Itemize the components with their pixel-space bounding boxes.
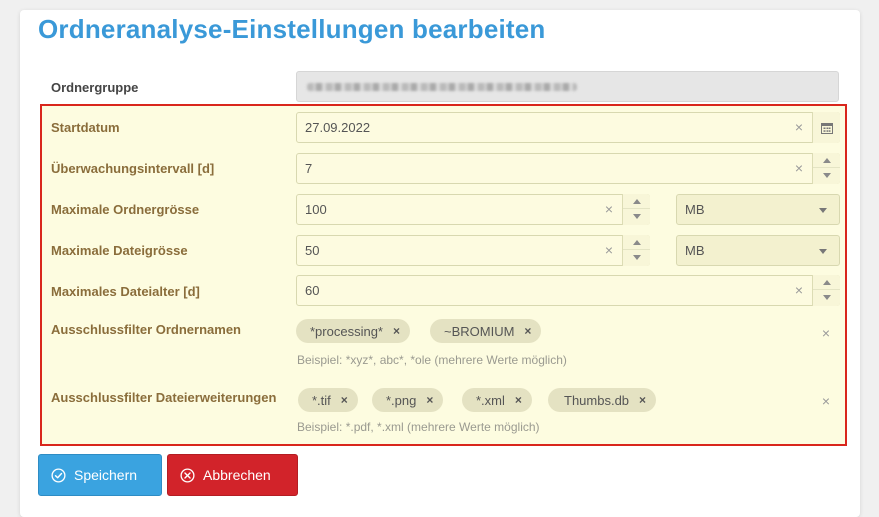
tag-remove-icon[interactable]: × xyxy=(524,324,531,338)
max-file-size-unit-select[interactable]: MB xyxy=(676,235,840,266)
extension-filter-tag-label: Thumbs.db xyxy=(564,392,630,408)
extension-filter-hint: Beispiel: *.pdf, *.xml (mehrere Werte mö… xyxy=(297,420,540,434)
max-file-size-value: 50 xyxy=(305,243,320,258)
extension-filter-tag-label: *.xml xyxy=(476,392,505,408)
max-folder-size-value: 100 xyxy=(305,202,327,217)
chevron-down-icon xyxy=(819,249,827,254)
tag-remove-icon[interactable]: × xyxy=(393,324,400,338)
max-file-age-label: Maximales Dateialter [d] xyxy=(51,284,200,299)
save-button[interactable]: Speichern xyxy=(38,454,162,496)
interval-value: 7 xyxy=(305,161,313,176)
max-folder-size-unit-select[interactable]: MB xyxy=(676,194,840,225)
interval-input[interactable]: 7 xyxy=(296,153,840,184)
tag-remove-icon[interactable]: × xyxy=(426,393,433,407)
max-file-size-clear-icon[interactable]: × xyxy=(602,243,616,257)
folder-filter-label: Ausschlussfilter Ordnernamen xyxy=(51,322,241,337)
extension-filter-tag-label: *.tif xyxy=(312,392,331,408)
extension-filter-label: Ausschlussfilter Dateierweiterungen xyxy=(51,390,277,405)
extension-filter-tag: Thumbs.db × xyxy=(548,388,657,412)
max-file-age-input[interactable]: 60 xyxy=(296,275,840,306)
folder-group-label: Ordnergruppe xyxy=(51,80,139,95)
max-folder-size-clear-icon[interactable]: × xyxy=(602,202,616,216)
save-button-label: Speichern xyxy=(74,467,138,483)
folder-filter-tag: ~BROMIUM × xyxy=(430,319,542,343)
max-folder-size-label: Maximale Ordnergrösse xyxy=(51,202,200,217)
max-file-age-spinner[interactable] xyxy=(812,275,840,306)
max-file-size-unit: MB xyxy=(685,243,705,258)
spin-down-icon[interactable] xyxy=(813,290,840,305)
folder-group-field xyxy=(296,71,839,102)
spin-up-icon[interactable] xyxy=(813,275,840,290)
max-file-size-input[interactable]: 50 xyxy=(296,235,650,266)
interval-spinner[interactable] xyxy=(812,153,840,184)
extension-filter-tag: *.png × xyxy=(372,388,444,412)
extension-filter-tag: *.tif × xyxy=(298,388,358,412)
extension-filter-clear-icon[interactable]: × xyxy=(819,394,833,408)
max-file-age-value: 60 xyxy=(305,283,320,298)
folder-filter-tag: *processing* × xyxy=(296,319,411,343)
extension-filter-tags-input[interactable]: *.tif × *.png × *.xml × Thumbs.db × xyxy=(296,383,840,416)
cancel-button-label: Abbrechen xyxy=(203,467,271,483)
folder-filter-tag-label: *processing* xyxy=(310,323,383,339)
start-date-input[interactable]: 27.09.2022 xyxy=(296,112,840,143)
spin-down-icon[interactable] xyxy=(623,209,650,224)
spin-down-icon[interactable] xyxy=(813,168,840,183)
spin-up-icon[interactable] xyxy=(623,194,650,209)
folder-filter-clear-icon[interactable]: × xyxy=(819,326,833,340)
max-folder-size-spinner[interactable] xyxy=(622,194,650,225)
x-circle-icon xyxy=(180,467,195,483)
extension-filter-tag: *.xml × xyxy=(462,388,532,412)
spin-up-icon[interactable] xyxy=(623,235,650,250)
calendar-icon[interactable] xyxy=(812,112,840,143)
max-file-age-clear-icon[interactable]: × xyxy=(792,283,806,297)
folder-filter-tags-input[interactable]: *processing* × ~BROMIUM × xyxy=(296,314,840,347)
folder-group-value-redacted xyxy=(307,83,577,91)
max-file-size-spinner[interactable] xyxy=(622,235,650,266)
interval-clear-icon[interactable]: × xyxy=(792,161,806,175)
start-date-label: Startdatum xyxy=(51,120,120,135)
cancel-button[interactable]: Abbrechen xyxy=(167,454,298,496)
spin-up-icon[interactable] xyxy=(813,153,840,168)
folder-filter-hint: Beispiel: *xyz*, abc*, *ole (mehrere Wer… xyxy=(297,353,567,367)
check-circle-icon xyxy=(51,467,66,483)
interval-label: Überwachungsintervall [d] xyxy=(51,161,215,176)
start-date-value: 27.09.2022 xyxy=(305,120,371,135)
chevron-down-icon xyxy=(819,208,827,213)
extension-filter-tag-label: *.png xyxy=(386,392,417,408)
max-folder-size-input[interactable]: 100 xyxy=(296,194,650,225)
tag-remove-icon[interactable]: × xyxy=(515,393,522,407)
page-title: Ordneranalyse-Einstellungen bearbeiten xyxy=(38,14,546,44)
tag-remove-icon[interactable]: × xyxy=(639,393,646,407)
spin-down-icon[interactable] xyxy=(623,250,650,265)
folder-filter-tag-label: ~BROMIUM xyxy=(444,323,515,339)
max-file-size-label: Maximale Dateigrösse xyxy=(51,243,188,258)
tag-remove-icon[interactable]: × xyxy=(341,393,348,407)
start-date-clear-icon[interactable]: × xyxy=(792,120,806,134)
max-folder-size-unit: MB xyxy=(685,202,705,217)
